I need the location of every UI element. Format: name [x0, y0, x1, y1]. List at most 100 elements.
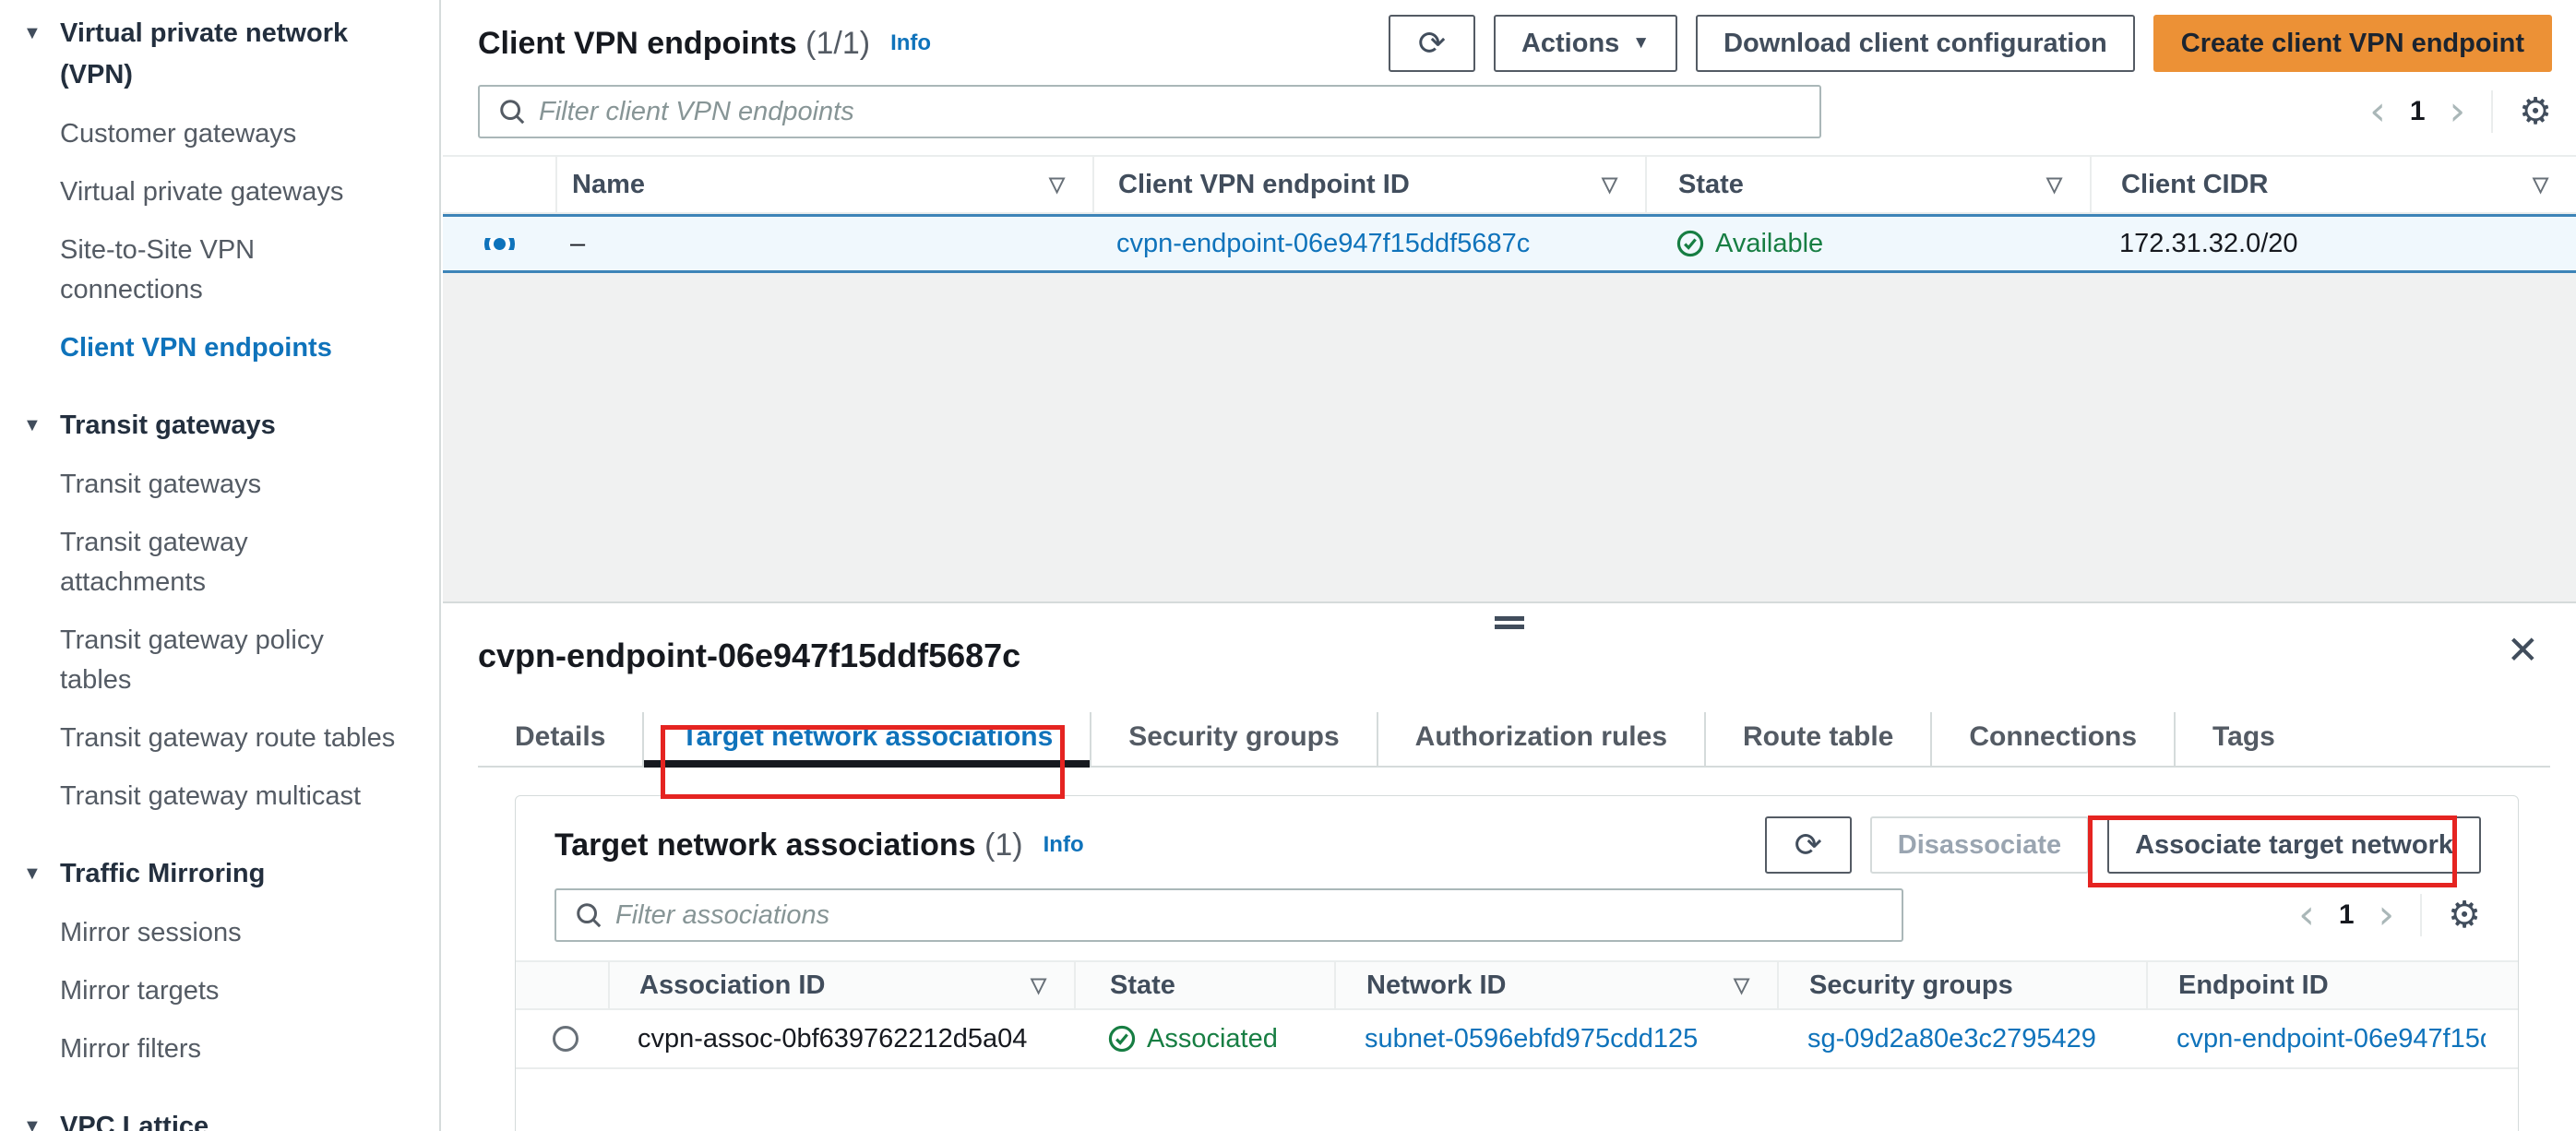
tab-details[interactable]: Details: [478, 712, 642, 766]
associations-info-link[interactable]: Info: [1044, 816, 1084, 874]
tab-authorization-rules[interactable]: Authorization rules: [1376, 712, 1704, 766]
close-icon[interactable]: ✕: [2507, 631, 2539, 670]
column-header-endpoint-id[interactable]: Client VPN endpoint ID ▽: [1092, 157, 1645, 212]
sidebar-section-header-traffic-mirroring[interactable]: ▼ Traffic Mirroring: [23, 853, 400, 895]
endpoint-id-link[interactable]: cvpn-endpoint-06e947f15ddf5687c: [1116, 229, 1530, 259]
sidebar-section-header-vpc-lattice[interactable]: ▼ VPC Lattice: [23, 1106, 400, 1131]
gear-icon[interactable]: ⚙: [2519, 93, 2552, 130]
page-title-count: (1/1): [805, 26, 871, 61]
associate-target-network-button[interactable]: Associate target network: [2107, 816, 2481, 874]
column-header-network-id[interactable]: Network ID ▽: [1334, 962, 1777, 1008]
association-table-row[interactable]: cvpn-assoc-0bf639762212d5a04 Associated …: [516, 1010, 2518, 1069]
sidebar-item-transit-gateway-attachments[interactable]: Transit gateway attachments: [23, 523, 400, 602]
sidebar-section-traffic-mirroring: ▼ Traffic Mirroring Mirror sessions Mirr…: [23, 853, 400, 1069]
sidebar-item-mirror-sessions[interactable]: Mirror sessions: [23, 913, 400, 953]
tab-security-groups[interactable]: Security groups: [1090, 712, 1376, 766]
create-client-vpn-endpoint-button[interactable]: Create client VPN endpoint: [2153, 15, 2552, 72]
sidebar-item-client-vpn-endpoints[interactable]: Client VPN endpoints: [23, 328, 400, 368]
sidebar-item-customer-gateways[interactable]: Customer gateways: [23, 114, 400, 154]
column-header-client-cidr[interactable]: Client CIDR ▽: [2090, 157, 2576, 212]
column-header-state[interactable]: State: [1074, 962, 1334, 1008]
column-header-state[interactable]: State ▽: [1645, 157, 2090, 212]
panel-tabs: Details Target network associations Secu…: [478, 712, 2550, 768]
chevron-left-icon[interactable]: ‹: [2369, 91, 2386, 132]
triangle-down-icon: ▼: [23, 863, 42, 884]
chevron-down-icon: ▼: [1632, 33, 1651, 53]
sidebar-item-mirror-targets[interactable]: Mirror targets: [23, 971, 400, 1011]
tab-route-table[interactable]: Route table: [1704, 712, 1930, 766]
info-link[interactable]: Info: [890, 15, 931, 72]
sidebar-item-site-to-site-vpn-connections[interactable]: Site-to-Site VPN connections: [23, 231, 400, 310]
sidebar-section-vpn: ▼ Virtual private network (VPN) Customer…: [23, 13, 400, 368]
column-header-endpoint-id[interactable]: Endpoint ID: [2146, 962, 2486, 1008]
endpoint-table-row[interactable]: – cvpn-endpoint-06e947f15ddf5687c Availa…: [443, 214, 2576, 273]
refresh-button[interactable]: ⟳: [1388, 15, 1475, 72]
chevron-right-icon[interactable]: ›: [2379, 895, 2395, 935]
gear-icon[interactable]: ⚙: [2448, 897, 2481, 934]
sidebar-item-transit-gateway-route-tables[interactable]: Transit gateway route tables: [23, 719, 400, 758]
security-groups-cell: sg-09d2a80e3c2795429: [1777, 1024, 2146, 1054]
associations-refresh-button[interactable]: ⟳: [1764, 816, 1852, 874]
split-panel-drag-handle[interactable]: [1495, 616, 1524, 629]
radio-unselected[interactable]: [553, 1026, 578, 1052]
row-radio-cell: [516, 1026, 608, 1052]
sort-icon[interactable]: ▽: [1049, 173, 1065, 196]
endpoint-id-cell: cvpn-endpoint-06e947f15ddf5687c: [2146, 1024, 2486, 1054]
toolbar: ⟳ Actions ▼ Download client configuratio…: [1388, 15, 2552, 72]
panel-title: cvpn-endpoint-06e947f15ddf5687c: [478, 637, 1021, 674]
radio-selected[interactable]: [493, 237, 506, 250]
client-cidr-cell: 172.31.32.0/20: [2119, 228, 2298, 258]
sidebar-item-mirror-filters[interactable]: Mirror filters: [23, 1030, 400, 1069]
page-number[interactable]: 1: [2337, 899, 2356, 931]
associations-filter-input[interactable]: [615, 899, 1883, 931]
column-header-name[interactable]: Name ▽: [555, 157, 1092, 212]
status-badge: Available: [1676, 229, 1823, 259]
sidebar-item-transit-gateway-policy-tables[interactable]: Transit gateway policy tables: [23, 621, 400, 700]
sidebar-section-header-vpn[interactable]: ▼ Virtual private network (VPN): [23, 13, 400, 96]
subnet-link[interactable]: subnet-0596ebfd975cdd125: [1365, 1024, 1698, 1054]
sort-icon[interactable]: ▽: [2046, 173, 2062, 196]
endpoint-id-link[interactable]: cvpn-endpoint-06e947f15ddf5687c: [2176, 1024, 2486, 1054]
sidebar-item-transit-gateway-multicast[interactable]: Transit gateway multicast: [23, 777, 400, 816]
associations-card-header: Target network associations (1) Info ⟳ D…: [516, 796, 2518, 874]
association-id-cell: cvpn-assoc-0bf639762212d5a04: [638, 1023, 1028, 1054]
sort-icon[interactable]: ▽: [1602, 173, 1617, 196]
endpoints-table-header: Name ▽ Client VPN endpoint ID ▽ State ▽ …: [443, 155, 2576, 214]
endpoints-filter-input[interactable]: [539, 96, 1801, 127]
client-vpn-endpoints-pane: Client VPN endpoints (1/1) Info ⟳ Action…: [443, 0, 2576, 273]
endpoints-filter-row: ‹ 1 › ⚙: [443, 72, 2576, 138]
associations-toolbar: ⟳ Disassociate Associate target network: [1764, 816, 2481, 874]
sort-icon[interactable]: ▽: [1031, 973, 1046, 997]
sidebar-section-transit-gateways: ▼ Transit gateways Transit gateways Tran…: [23, 405, 400, 816]
download-client-configuration-button[interactable]: Download client configuration: [1696, 15, 2135, 72]
column-header-security-groups[interactable]: Security groups: [1777, 962, 2146, 1008]
endpoint-detail-panel: ✕ cvpn-endpoint-06e947f15ddf5687c Detail…: [443, 601, 2576, 1131]
pane-background: [443, 273, 2576, 601]
associations-table-header: Association ID ▽ State Network ID ▽ Secu…: [516, 960, 2518, 1010]
state-cell: Associated: [1074, 1024, 1334, 1054]
page-number[interactable]: 1: [2408, 96, 2427, 127]
check-circle-icon: [1108, 1025, 1136, 1053]
endpoint-id-cell: cvpn-endpoint-06e947f15ddf5687c: [1092, 229, 1645, 259]
column-header-association-id[interactable]: Association ID ▽: [608, 962, 1074, 1008]
sidebar-item-transit-gateways[interactable]: Transit gateways: [23, 465, 400, 505]
pane-header: Client VPN endpoints (1/1) Info ⟳ Action…: [443, 0, 2576, 72]
search-icon: [577, 903, 602, 928]
security-group-link[interactable]: sg-09d2a80e3c2795429: [1807, 1024, 2096, 1054]
disassociate-button[interactable]: Disassociate: [1869, 816, 2090, 874]
actions-button[interactable]: Actions ▼: [1493, 15, 1678, 72]
sort-icon[interactable]: ▽: [1734, 973, 1749, 997]
tab-tags[interactable]: Tags: [2174, 712, 2312, 766]
tab-target-network-associations[interactable]: Target network associations: [642, 712, 1091, 768]
section-label: Traffic Mirroring: [60, 859, 266, 888]
associations-count: (1): [984, 827, 1023, 863]
triangle-down-icon: ▼: [23, 1116, 42, 1131]
chevron-right-icon[interactable]: ›: [2450, 91, 2466, 132]
sort-icon[interactable]: ▽: [2533, 173, 2548, 196]
tab-connections[interactable]: Connections: [1930, 712, 2174, 766]
vpc-sidebar: ▼ Virtual private network (VPN) Customer…: [0, 0, 441, 1131]
sidebar-section-header-transit-gateways[interactable]: ▼ Transit gateways: [23, 405, 400, 446]
chevron-left-icon[interactable]: ‹: [2298, 895, 2315, 935]
refresh-icon: ⟳: [1794, 826, 1822, 863]
sidebar-item-virtual-private-gateways[interactable]: Virtual private gateways: [23, 173, 400, 212]
